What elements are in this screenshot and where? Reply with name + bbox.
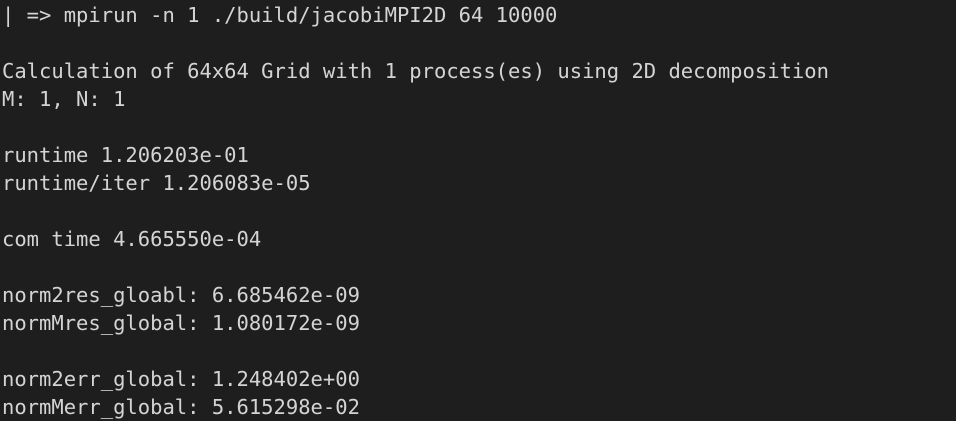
normMres-line: normMres_global: 1.080172e-09 <box>2 311 360 335</box>
runtime-per-iter-line: runtime/iter 1.206083e-05 <box>2 171 311 195</box>
com-time-line: com time 4.665550e-04 <box>2 227 262 251</box>
norm2err-line: norm2err_global: 1.248402e+00 <box>2 367 360 391</box>
command-line: | => mpirun -n 1 ./build/jacobiMPI2D 64 … <box>2 3 558 27</box>
normMerr-line: normMerr_global: 5.615298e-02 <box>2 395 360 419</box>
terminal-output[interactable]: | => mpirun -n 1 ./build/jacobiMPI2D 64 … <box>0 0 956 420</box>
calculation-info-line: Calculation of 64x64 Grid with 1 process… <box>2 59 829 83</box>
norm2res-line: norm2res_gloabl: 6.685462e-09 <box>2 283 360 307</box>
decomposition-line: M: 1, N: 1 <box>2 87 126 111</box>
runtime-line: runtime 1.206203e-01 <box>2 143 249 167</box>
